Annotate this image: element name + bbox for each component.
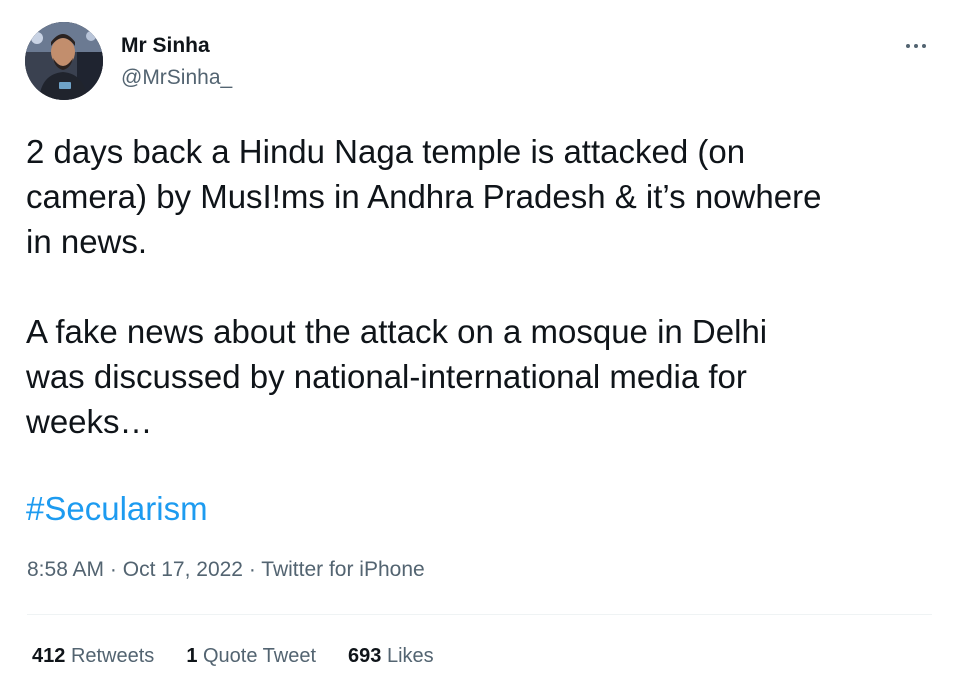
meta-separator: ·: [104, 558, 123, 581]
hashtag-link[interactable]: #Secularism: [26, 486, 208, 531]
tweet-metadata: 8:58 AM · Oct 17, 2022 · Twitter for iPh…: [27, 558, 425, 582]
quotes-count: 1: [186, 645, 198, 667]
divider: [27, 614, 932, 615]
ellipsis-icon-dot: [914, 44, 918, 48]
quotes-label: Quote Tweet: [203, 645, 317, 667]
ellipsis-icon-dot: [922, 44, 926, 48]
tweet-stats: 412 Retweets 1 Quote Tweet 693 Likes: [32, 645, 434, 668]
retweets-count: 412: [32, 645, 66, 667]
author-display-name[interactable]: Mr Sinha: [121, 34, 210, 58]
quotes-stat[interactable]: 1 Quote Tweet: [186, 645, 316, 668]
likes-count: 693: [348, 645, 382, 667]
more-options-button[interactable]: [896, 32, 936, 60]
tweet-source[interactable]: Twitter for iPhone: [261, 558, 424, 581]
likes-label: Likes: [386, 645, 434, 667]
ellipsis-icon: [906, 44, 910, 48]
meta-separator: ·: [242, 558, 262, 581]
likes-stat[interactable]: 693 Likes: [348, 645, 434, 668]
retweets-label: Retweets: [70, 645, 155, 667]
user-avatar-photo-icon: [25, 22, 103, 100]
tweet-card: Mr Sinha @MrSinha_ 2 days back a Hindu N…: [0, 0, 958, 698]
author-avatar[interactable]: [25, 22, 103, 100]
author-handle[interactable]: @MrSinha_: [121, 66, 232, 90]
tweet-date[interactable]: Oct 17, 2022: [123, 558, 243, 581]
retweets-stat[interactable]: 412 Retweets: [32, 645, 154, 668]
tweet-text: 2 days back a Hindu Naga temple is attac…: [26, 133, 822, 440]
tweet-time[interactable]: 8:58 AM: [27, 558, 104, 581]
